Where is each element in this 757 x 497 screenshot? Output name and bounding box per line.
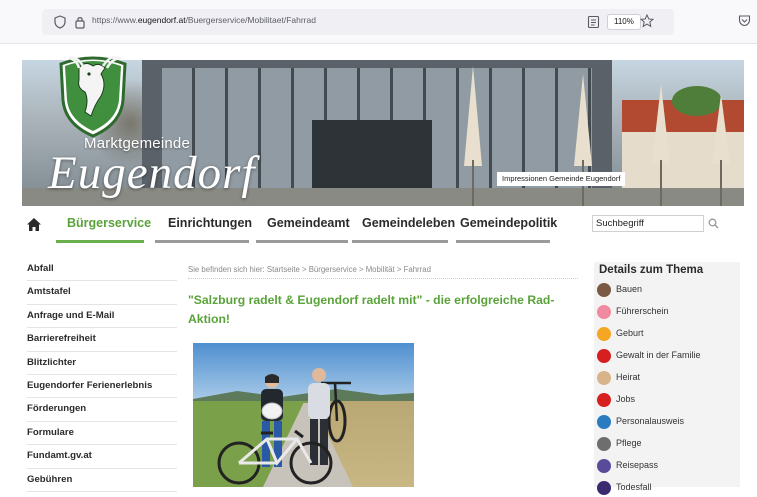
nav-gemeindeamt[interactable]: Gemeindeamt bbox=[267, 216, 350, 230]
tracking-shield-icon[interactable] bbox=[54, 15, 66, 29]
sidebar-menu: Abfall Amtstafel Anfrage und E-Mail Barr… bbox=[27, 258, 177, 492]
reisepass-icon bbox=[597, 459, 611, 473]
nav-einrichtungen-underline bbox=[155, 240, 249, 243]
sidebar-item-gebuehren[interactable]: Gebühren bbox=[27, 469, 177, 492]
details-title: Details zum Thema bbox=[599, 264, 704, 276]
lock-icon[interactable] bbox=[74, 15, 86, 29]
brand-title[interactable]: Eugendorf bbox=[48, 146, 255, 200]
breadcrumb-divider bbox=[188, 278, 578, 279]
page-title: "Salzburg radelt & Eugendorf radelt mit"… bbox=[188, 293, 555, 326]
details-item-label: Bauen bbox=[616, 284, 643, 294]
breadcrumb[interactable]: Sie befinden sich hier: Startseite > Bür… bbox=[188, 265, 431, 274]
nav-gemeindeleben-underline bbox=[352, 240, 448, 243]
details-item-label: Heirat bbox=[616, 372, 641, 382]
bookmark-star-icon[interactable] bbox=[640, 14, 654, 28]
url-path: /Buergerservice/Mobilitaet/Fahrrad bbox=[185, 15, 316, 25]
fuehrerschein-icon bbox=[597, 305, 611, 319]
nav-gemeindepolitik[interactable]: Gemeindepolitik bbox=[460, 216, 557, 230]
nav-gemeindeleben[interactable]: Gemeindeleben bbox=[362, 216, 455, 230]
nav-gemeindepolitik-underline bbox=[456, 240, 550, 243]
url-text[interactable]: https://www.eugendorf.at/Buergerservice/… bbox=[92, 15, 316, 25]
sidebar-item-fundamt[interactable]: Fundamt.gv.at bbox=[27, 445, 177, 469]
banner-caption: Impressionen Gemeinde Eugendorf bbox=[497, 172, 626, 186]
sidebar-item-formulare[interactable]: Formulare bbox=[27, 422, 177, 446]
nav-gemeindeamt-underline bbox=[256, 240, 348, 243]
pflege-icon bbox=[597, 437, 611, 451]
parasol-pole-4 bbox=[720, 160, 722, 206]
nav-buergerservice[interactable]: Bürgerservice bbox=[67, 216, 151, 230]
details-item-label: Gewalt in der Familie bbox=[616, 350, 701, 360]
home-icon[interactable] bbox=[26, 217, 42, 232]
reader-view-icon[interactable] bbox=[587, 15, 600, 29]
sidebar-item-amtstafel[interactable]: Amtstafel bbox=[27, 281, 177, 305]
details-item-label: Geburt bbox=[616, 328, 644, 338]
parasol-pole-3 bbox=[660, 160, 662, 206]
details-item-label: Führerschein bbox=[616, 306, 669, 316]
pocket-icon[interactable] bbox=[738, 14, 751, 27]
sidebar-item-ferienerlebnis[interactable]: Eugendorfer Ferienerlebnis bbox=[27, 375, 177, 399]
gewalt-icon bbox=[597, 349, 611, 363]
url-domain: eugendorf.at bbox=[137, 15, 186, 25]
article-photo[interactable] bbox=[193, 343, 414, 487]
details-item-label: Jobs bbox=[616, 394, 636, 404]
details-panel: Details zum Thema Bauen Führerschein Geb… bbox=[594, 262, 740, 495]
search-icon[interactable] bbox=[708, 218, 719, 229]
sidebar-item-barrierefreiheit[interactable]: Barrierefreiheit bbox=[27, 328, 177, 352]
coat-of-arms-logo[interactable] bbox=[55, 44, 131, 140]
search-input[interactable]: Suchbegriff bbox=[592, 215, 704, 232]
nav-einrichtungen[interactable]: Einrichtungen bbox=[168, 216, 252, 230]
geburt-icon bbox=[597, 327, 611, 341]
heirat-icon bbox=[597, 371, 611, 385]
sidebar-item-anfrage[interactable]: Anfrage und E-Mail bbox=[27, 305, 177, 329]
sidebar-item-foerderungen[interactable]: Förderungen bbox=[27, 398, 177, 422]
nav-buergerservice-underline bbox=[56, 240, 144, 243]
sidebar-item-blitzlichter[interactable]: Blitzlichter bbox=[27, 352, 177, 375]
personalausweis-icon bbox=[597, 415, 611, 429]
parasol-pole-1 bbox=[472, 160, 474, 206]
details-item-label: Pflege bbox=[616, 438, 642, 448]
banner-green-tree bbox=[672, 86, 722, 116]
todesfall-icon bbox=[597, 481, 611, 495]
url-prefix: https://www. bbox=[92, 15, 138, 25]
browser-toolbar: https://www.eugendorf.at/Buergerservice/… bbox=[0, 0, 757, 44]
sidebar-item-abfall[interactable]: Abfall bbox=[27, 258, 177, 282]
details-item-label: Todesfall bbox=[616, 482, 652, 492]
details-item-label: Personalausweis bbox=[616, 416, 685, 426]
address-bar[interactable]: https://www.eugendorf.at/Buergerservice/… bbox=[42, 9, 674, 35]
details-item-label: Reisepass bbox=[616, 460, 659, 470]
jobs-icon bbox=[597, 393, 611, 407]
bauen-icon bbox=[597, 283, 611, 297]
photo-bike-front bbox=[217, 429, 333, 485]
zoom-level-button[interactable]: 110% bbox=[607, 14, 641, 30]
